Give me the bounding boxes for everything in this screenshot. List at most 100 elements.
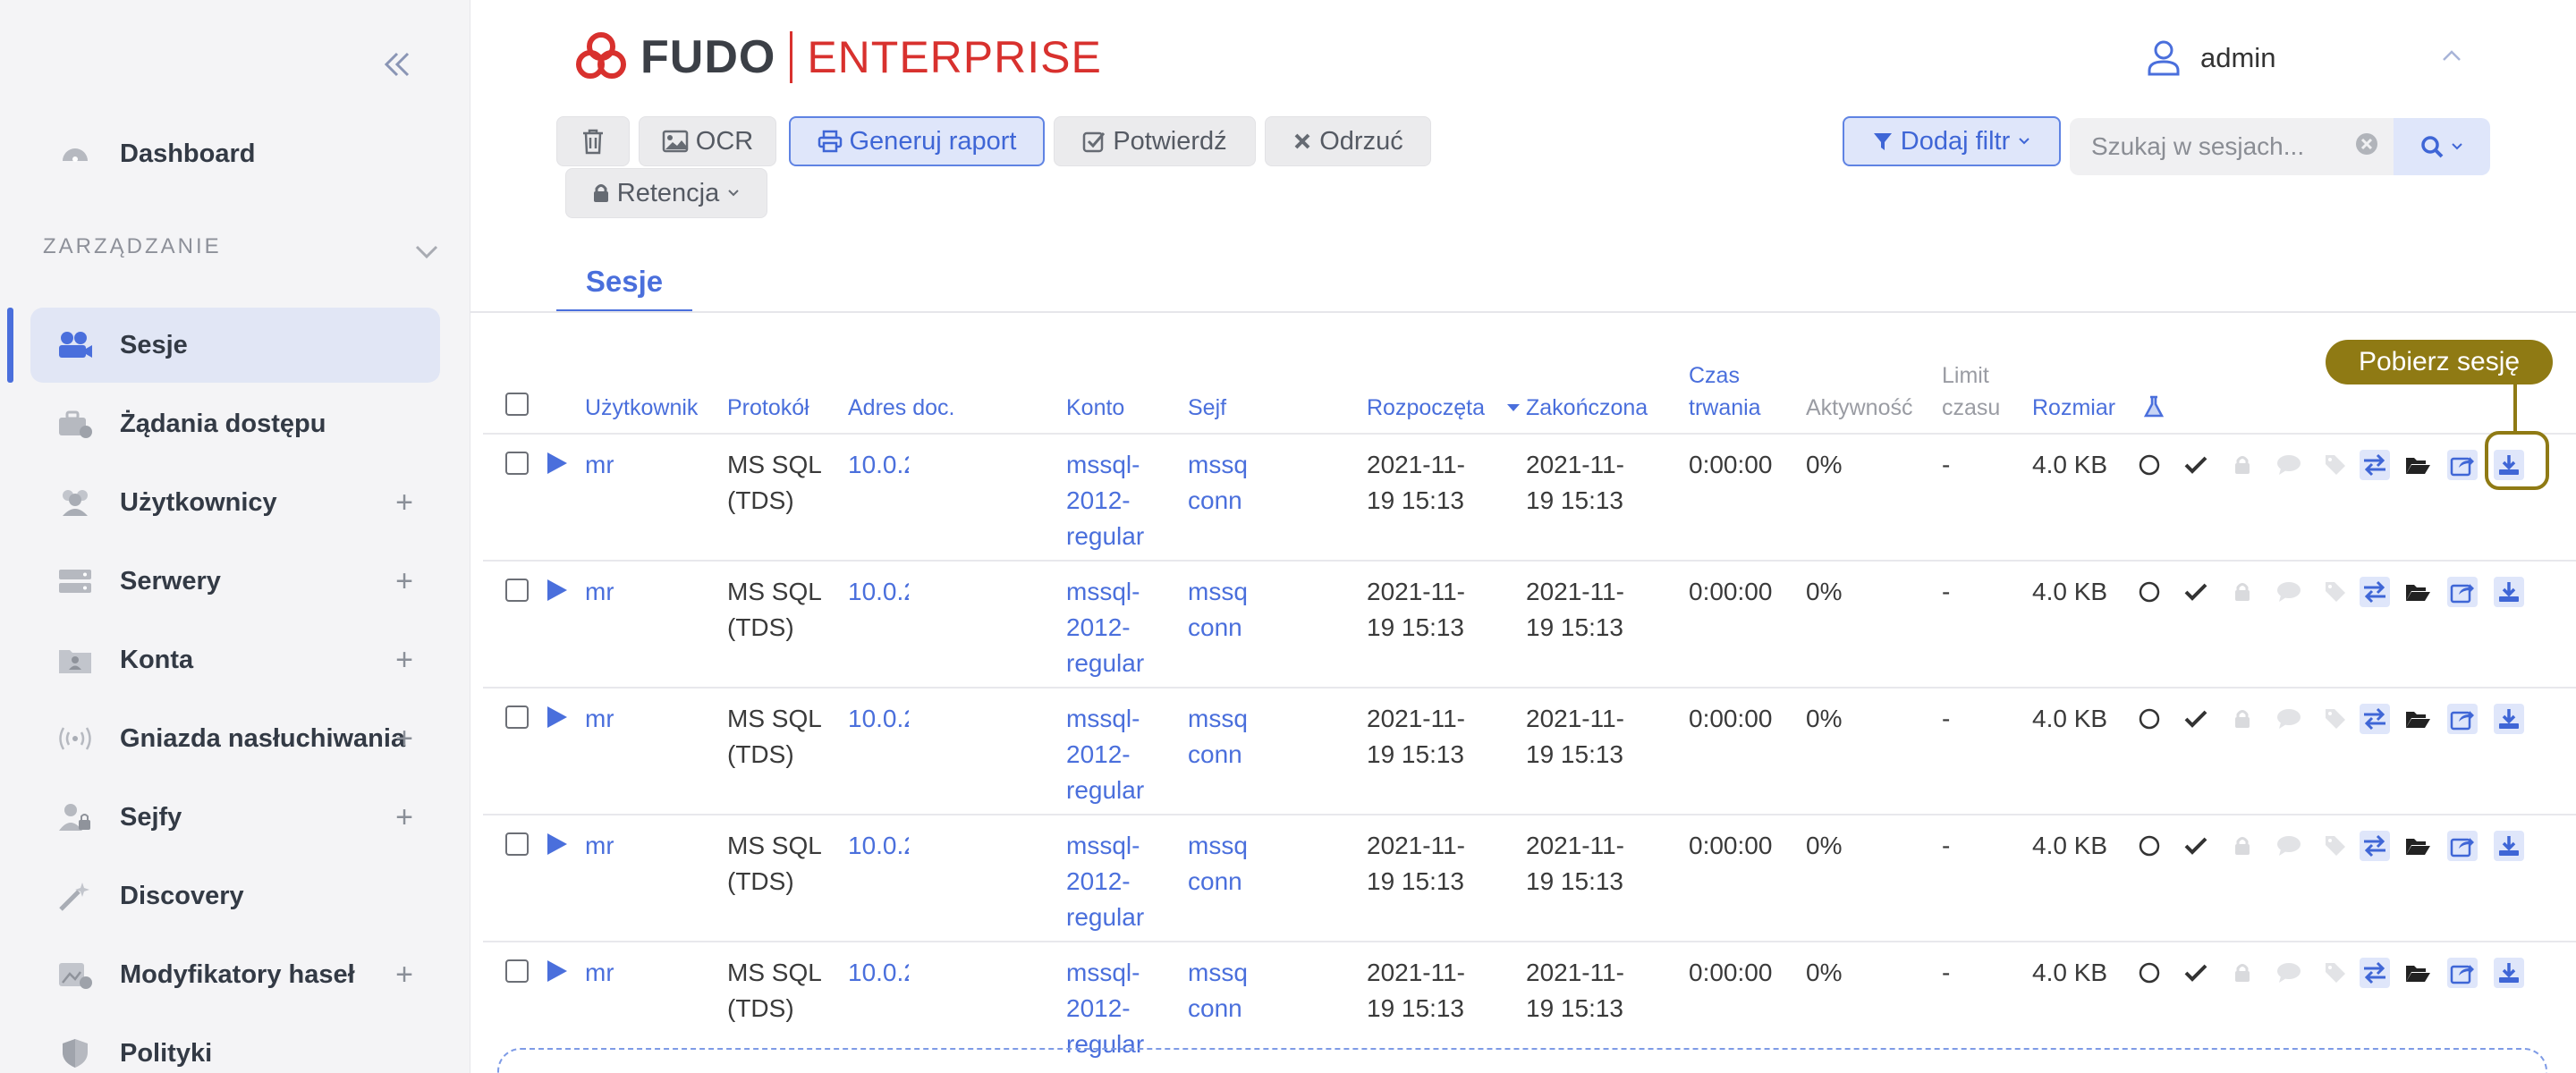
folder-icon[interactable] xyxy=(2402,704,2433,734)
account-link[interactable]: 2012- xyxy=(1066,864,1156,900)
account-link[interactable]: mssql- xyxy=(1066,574,1156,610)
safe-link[interactable]: conn xyxy=(1188,864,1247,900)
retention-dropdown[interactable]: Retencja xyxy=(565,168,767,218)
account-link[interactable]: 2012- xyxy=(1066,991,1156,1027)
sidebar-item-accounts[interactable]: Konta + xyxy=(30,622,440,697)
column-header-size[interactable]: Rozmiar xyxy=(2032,392,2115,424)
confirm-button[interactable]: Potwierdź xyxy=(1054,116,1256,166)
download-icon[interactable] xyxy=(2494,958,2524,988)
address-link[interactable]: 10.0.2 xyxy=(848,574,909,610)
user-link[interactable]: mr xyxy=(585,574,614,610)
safe-link[interactable]: mssq xyxy=(1188,701,1247,737)
account-link[interactable]: mssql- xyxy=(1066,955,1156,991)
generate-report-button[interactable]: Generuj raport xyxy=(789,116,1045,166)
exchange-icon[interactable] xyxy=(2360,958,2390,988)
share-icon[interactable] xyxy=(2447,577,2478,607)
sidebar-item-password-changers[interactable]: Modyfikatory haseł + xyxy=(30,937,440,1012)
chevron-up-icon[interactable] xyxy=(2440,45,2463,68)
tab-sessions[interactable]: Sesje xyxy=(556,256,692,313)
account-link[interactable]: mssql- xyxy=(1066,828,1156,864)
tag-icon[interactable] xyxy=(2320,958,2351,988)
add-filter-button[interactable]: Dodaj filtr xyxy=(1843,116,2061,166)
share-icon[interactable] xyxy=(2447,704,2478,734)
play-icon[interactable] xyxy=(546,959,569,988)
comment-icon[interactable] xyxy=(2274,704,2304,734)
column-header-duration-line2[interactable]: trwania xyxy=(1689,392,1761,424)
account-link[interactable]: regular xyxy=(1066,900,1156,935)
safe-link[interactable]: conn xyxy=(1188,737,1247,773)
safe-link[interactable]: conn xyxy=(1188,991,1247,1027)
select-all-checkbox[interactable] xyxy=(505,393,529,416)
flask-icon[interactable] xyxy=(2143,395,2165,418)
sidebar-item-safes[interactable]: Sejfy + xyxy=(30,780,440,855)
user-link[interactable]: mr xyxy=(585,447,614,483)
search-input[interactable] xyxy=(2091,127,2333,166)
delete-button[interactable] xyxy=(556,116,630,166)
clear-search-icon[interactable] xyxy=(2354,131,2379,156)
add-server-button[interactable]: + xyxy=(395,563,413,599)
user-link[interactable]: mr xyxy=(585,701,614,737)
safe-link[interactable]: conn xyxy=(1188,610,1247,646)
column-header-address[interactable]: Adres doc. xyxy=(848,392,955,424)
play-icon[interactable] xyxy=(546,578,569,607)
exchange-icon[interactable] xyxy=(2360,831,2390,861)
exchange-icon[interactable] xyxy=(2360,704,2390,734)
folder-icon[interactable] xyxy=(2402,831,2433,861)
column-header-account[interactable]: Konto xyxy=(1066,392,1124,424)
account-link[interactable]: 2012- xyxy=(1066,483,1156,519)
folder-icon[interactable] xyxy=(2402,958,2433,988)
play-icon[interactable] xyxy=(546,451,569,480)
comment-icon[interactable] xyxy=(2274,958,2304,988)
tag-icon[interactable] xyxy=(2320,450,2351,480)
circle-status-icon[interactable] xyxy=(2134,704,2165,734)
add-safe-button[interactable]: + xyxy=(395,799,413,835)
column-header-ended[interactable]: Zakończona xyxy=(1526,392,1648,424)
ocr-button[interactable]: OCR xyxy=(639,116,776,166)
row-checkbox[interactable] xyxy=(505,452,529,475)
user-link[interactable]: mr xyxy=(585,955,614,991)
add-password-changer-button[interactable]: + xyxy=(395,957,413,993)
sidebar-item-discovery[interactable]: Discovery xyxy=(30,858,440,934)
safe-link[interactable]: conn xyxy=(1188,483,1247,519)
share-icon[interactable] xyxy=(2447,450,2478,480)
sidebar-item-sessions[interactable]: Sesje xyxy=(30,308,440,383)
exchange-icon[interactable] xyxy=(2360,450,2390,480)
comment-icon[interactable] xyxy=(2274,450,2304,480)
reject-button[interactable]: Odrzuć xyxy=(1265,116,1431,166)
download-icon[interactable] xyxy=(2494,450,2524,480)
row-checkbox[interactable] xyxy=(505,832,529,856)
check-icon[interactable] xyxy=(2181,450,2211,480)
account-link[interactable]: regular xyxy=(1066,773,1156,808)
sidebar-item-users[interactable]: Użytkownicy + xyxy=(30,465,440,540)
account-link[interactable]: mssql- xyxy=(1066,447,1156,483)
check-icon[interactable] xyxy=(2181,704,2211,734)
user-menu[interactable]: admin xyxy=(2147,36,2275,80)
safe-link[interactable]: mssq xyxy=(1188,955,1247,991)
download-icon[interactable] xyxy=(2494,577,2524,607)
tag-icon[interactable] xyxy=(2320,704,2351,734)
safe-link[interactable]: mssq xyxy=(1188,828,1247,864)
circle-status-icon[interactable] xyxy=(2134,577,2165,607)
folder-icon[interactable] xyxy=(2402,577,2433,607)
check-icon[interactable] xyxy=(2181,831,2211,861)
row-checkbox[interactable] xyxy=(505,705,529,729)
account-link[interactable]: 2012- xyxy=(1066,737,1156,773)
address-link[interactable]: 10.0.2 xyxy=(848,447,909,483)
comment-icon[interactable] xyxy=(2274,577,2304,607)
circle-status-icon[interactable] xyxy=(2134,958,2165,988)
account-link[interactable]: mssql- xyxy=(1066,701,1156,737)
column-header-started[interactable]: Rozpoczęta xyxy=(1367,392,1485,424)
circle-status-icon[interactable] xyxy=(2134,831,2165,861)
address-link[interactable]: 10.0.2 xyxy=(848,701,909,737)
column-header-safe[interactable]: Sejf xyxy=(1188,392,1226,424)
circle-status-icon[interactable] xyxy=(2134,450,2165,480)
add-user-button[interactable]: + xyxy=(395,485,413,520)
play-icon[interactable] xyxy=(546,832,569,861)
account-link[interactable]: 2012- xyxy=(1066,610,1156,646)
tag-icon[interactable] xyxy=(2320,831,2351,861)
sidebar-item-listeners[interactable]: Gniazda nasłuchiwania + xyxy=(30,701,440,776)
collapse-sidebar-button[interactable] xyxy=(376,43,419,86)
share-icon[interactable] xyxy=(2447,958,2478,988)
row-checkbox[interactable] xyxy=(505,959,529,983)
address-link[interactable]: 10.0.2 xyxy=(848,828,909,864)
